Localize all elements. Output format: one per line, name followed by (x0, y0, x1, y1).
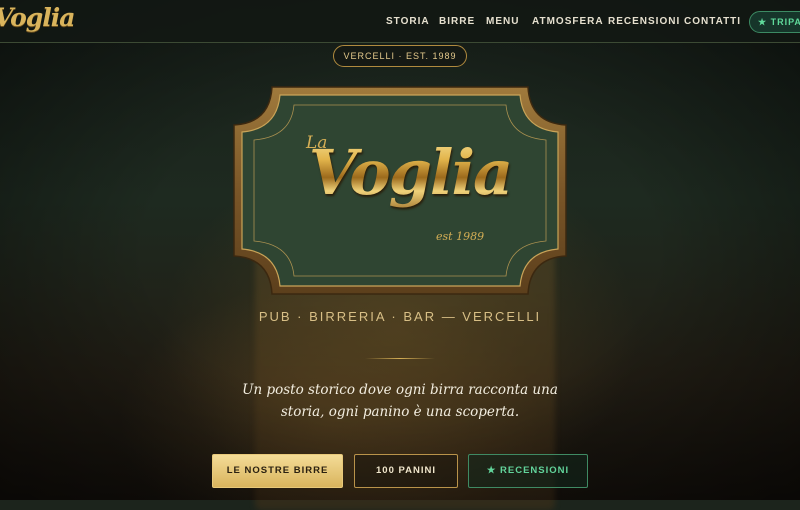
location-badge: VERCELLI · EST. 1989 (333, 45, 467, 67)
nav-item-recensioni[interactable]: RECENSIONI (608, 16, 680, 27)
site-logo[interactable]: Voglia (0, 3, 75, 32)
nav-item-contatti[interactable]: CONTATTI (684, 16, 741, 27)
panini-button[interactable]: 100 PANINI (354, 454, 458, 488)
nav-item-atmosfera[interactable]: ATMOSFERA (532, 16, 604, 27)
our-beers-button[interactable]: LE NOSTRE BIRRE (212, 454, 343, 488)
sign-est-text: est 1989 (436, 230, 485, 243)
hero-intro: Un posto storico dove ogni birra raccont… (242, 382, 558, 420)
hero-tagline: PUB · BIRRERIA · BAR — VERCELLI (258, 309, 542, 324)
nav-item-storia[interactable]: STORIA (386, 16, 430, 27)
top-navbar: Voglia STORIA BIRRE MENU ATMOSFERA RECEN… (0, 0, 800, 43)
gold-divider (365, 358, 435, 359)
nav-item-menu[interactable]: MENU (486, 16, 519, 27)
tripadvisor-button[interactable]: ★ TRIPADVISOR (749, 11, 800, 33)
nav-item-birre[interactable]: BIRRE (439, 16, 475, 27)
sign-logo-name: Voglia (300, 128, 520, 218)
reviews-button[interactable]: ★ RECENSIONI (468, 454, 588, 488)
